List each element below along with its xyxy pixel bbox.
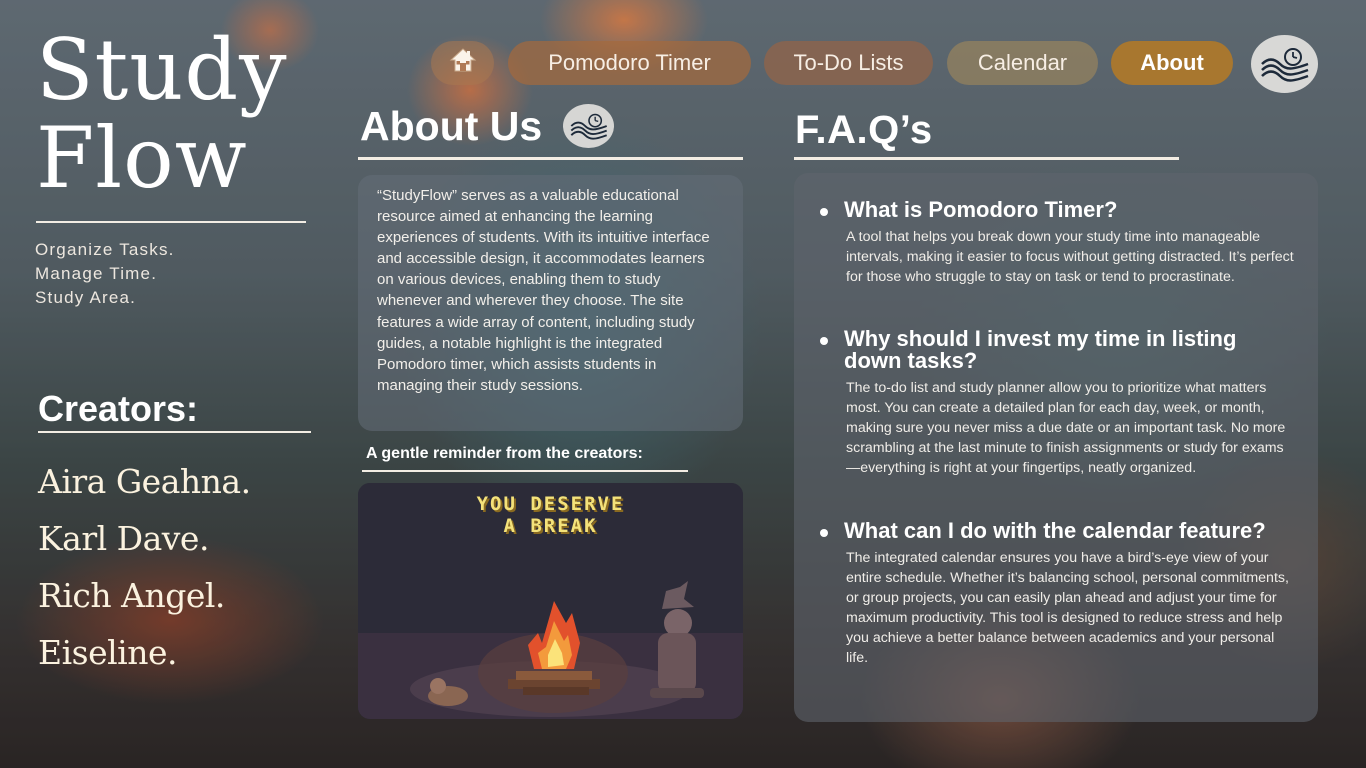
reminder-divider: [362, 470, 688, 472]
nav-calendar[interactable]: Calendar: [947, 41, 1098, 85]
about-description: “StudyFlow” serves as a valuable educati…: [358, 175, 743, 431]
tagline-line: Manage Time.: [35, 264, 158, 283]
tagline: Organize Tasks. Manage Time. Study Area.: [35, 238, 175, 310]
faq-heading: F.A.Q’s: [795, 108, 933, 152]
nav-pomodoro-timer[interactable]: Pomodoro Timer: [508, 41, 751, 85]
creator-name: Karl Dave.: [38, 519, 209, 558]
brand-logo: Study Flow: [36, 26, 306, 202]
creators-divider: [38, 431, 311, 433]
faq-question: What can I do with the calendar feature?: [816, 520, 1296, 542]
creator-name: Eiseline.: [38, 633, 177, 672]
reminder-image-text: A BREAK: [503, 515, 598, 537]
faq-answer: The integrated calendar ensures you have…: [846, 550, 1289, 667]
creator-name: Rich Angel.: [38, 576, 225, 615]
studyflow-logo-icon[interactable]: [1251, 35, 1318, 93]
about-logo-icon: [563, 104, 614, 148]
faq-answer: The to-do list and study planner allow y…: [846, 380, 1286, 477]
home-icon: [448, 46, 478, 80]
faq-answer: A tool that helps you break down your st…: [846, 229, 1294, 286]
about-heading: About Us: [360, 103, 543, 149]
faq-divider: [794, 157, 1179, 160]
nav-about[interactable]: About: [1111, 41, 1233, 85]
reminder-image-text: YOU DESERVE: [476, 493, 625, 515]
faq-question: Why should I invest my time in listing d…: [816, 328, 1296, 372]
faq-question: What is Pomodoro Timer?: [816, 199, 1296, 221]
creator-name: Aira Geahna.: [38, 462, 251, 501]
faq-item: What is Pomodoro Timer? A tool that help…: [816, 199, 1296, 287]
nav-todo-lists[interactable]: To-Do Lists: [764, 41, 933, 85]
creators-list: Aira Geahna. Karl Dave. Rich Angel. Eise…: [38, 453, 251, 681]
nav-home-button[interactable]: [431, 41, 494, 85]
tagline-line: Organize Tasks.: [35, 240, 175, 259]
tagline-line: Study Area.: [35, 288, 137, 307]
faq-item: Why should I invest my time in listing d…: [816, 328, 1296, 478]
creators-heading: Creators:: [38, 388, 199, 429]
faq-item: What can I do with the calendar feature?…: [816, 520, 1296, 669]
reminder-label: A gentle reminder from the creators:: [366, 445, 643, 462]
brand-divider: [36, 221, 306, 223]
campfire-illustration: YOU DESERVE A BREAK: [358, 483, 743, 719]
brand-title-line1: Study: [36, 21, 288, 119]
about-divider: [358, 157, 743, 160]
faq-panel: What is Pomodoro Timer? A tool that help…: [794, 173, 1318, 722]
brand-title-line2: Flow: [36, 109, 248, 207]
